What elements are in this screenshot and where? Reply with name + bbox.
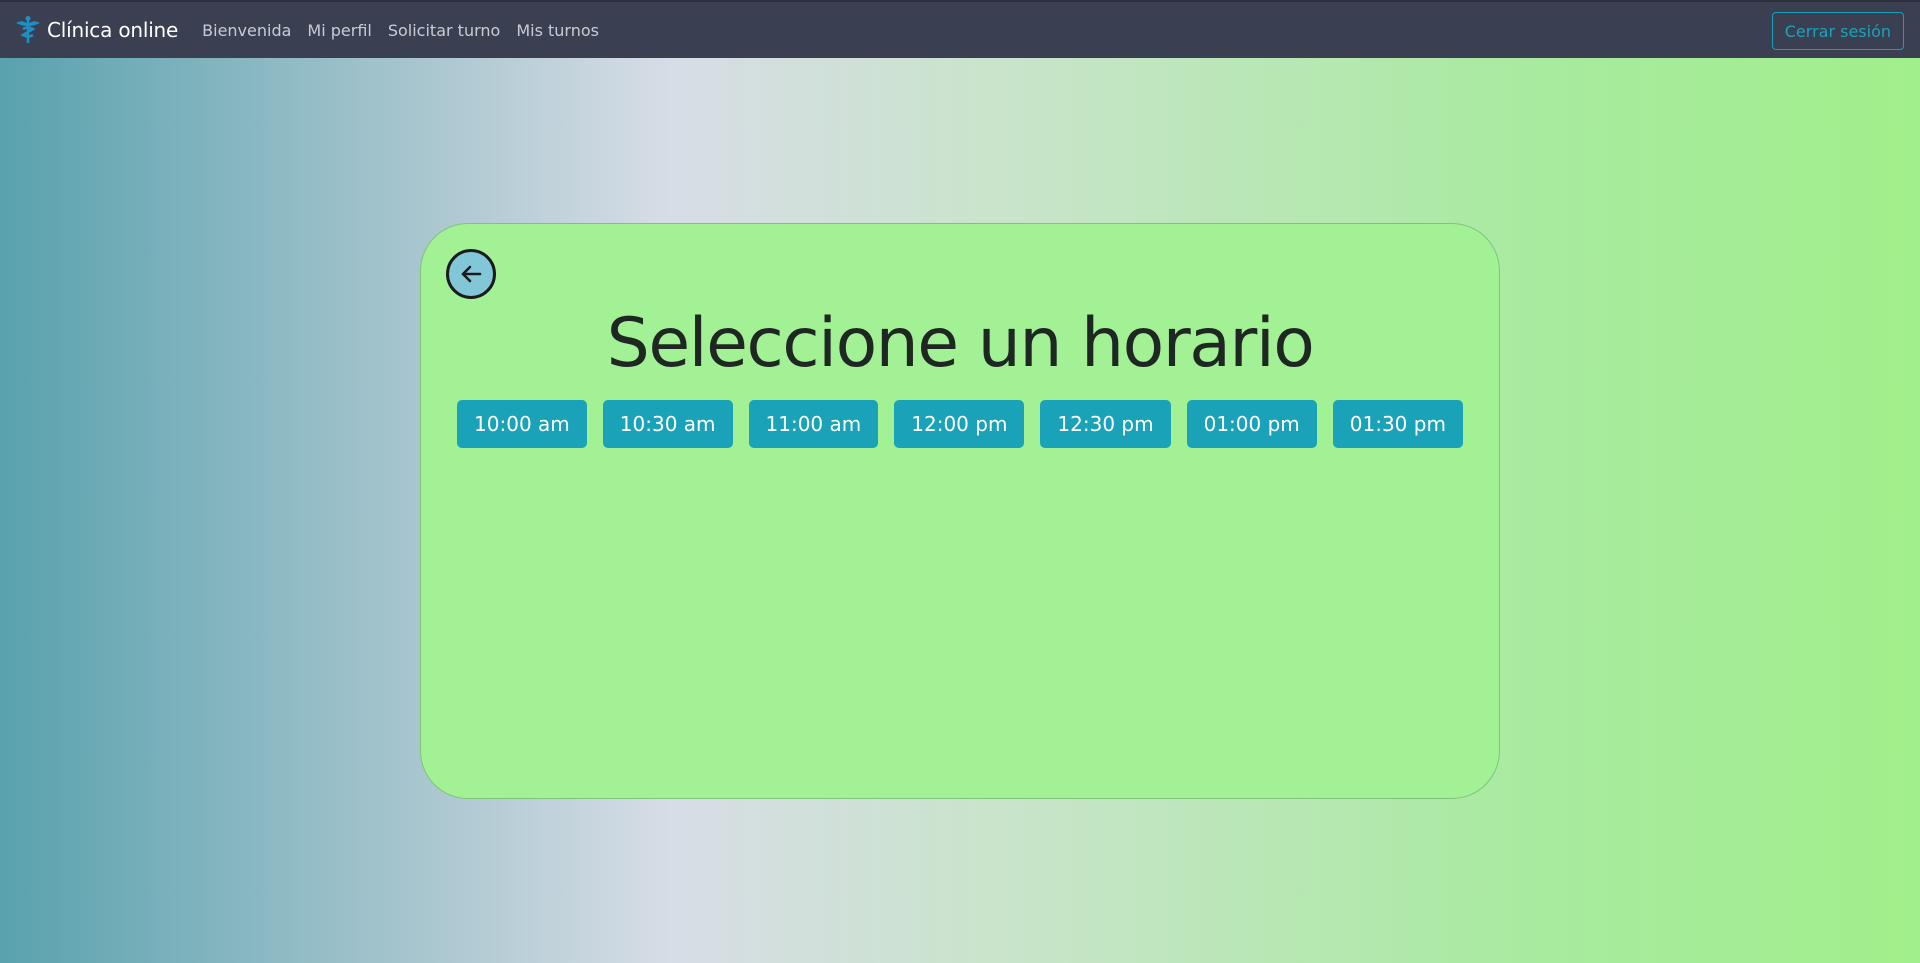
nav-link-mi-perfil[interactable]: Mi perfil xyxy=(307,21,371,40)
back-button[interactable] xyxy=(446,249,496,299)
caduceus-icon xyxy=(12,14,44,46)
logout-button[interactable]: Cerrar sesión xyxy=(1771,12,1904,50)
navbar: Clínica online Bienvenida Mi perfil Soli… xyxy=(0,0,1920,58)
time-slot-list: 10:00 am 10:30 am 11:00 am 12:00 pm 12:3… xyxy=(421,400,1499,448)
brand[interactable]: Clínica online xyxy=(12,2,178,58)
brand-name: Clínica online xyxy=(47,18,179,42)
nav-link-solicitar-turno[interactable]: Solicitar turno xyxy=(388,21,500,40)
page-title: Seleccione un horario xyxy=(606,304,1315,383)
time-slot-button[interactable]: 10:30 am xyxy=(602,400,733,448)
time-slot-button[interactable]: 11:00 am xyxy=(748,400,879,448)
nav-link-mis-turnos[interactable]: Mis turnos xyxy=(516,21,599,40)
time-slot-button[interactable]: 10:00 am xyxy=(457,400,587,448)
time-slot-button[interactable]: 01:30 pm xyxy=(1332,400,1463,448)
time-slot-button[interactable]: 12:30 pm xyxy=(1040,400,1171,448)
schedule-card: Seleccione un horario 10:00 am 10:30 am … xyxy=(420,223,1500,799)
nav-links: Bienvenida Mi perfil Solicitar turno Mis… xyxy=(202,21,599,40)
time-slot-button[interactable]: 01:00 pm xyxy=(1186,400,1317,448)
arrow-left-icon xyxy=(456,259,486,289)
nav-link-bienvenida[interactable]: Bienvenida xyxy=(202,21,291,40)
time-slot-button[interactable]: 12:00 pm xyxy=(894,400,1025,448)
